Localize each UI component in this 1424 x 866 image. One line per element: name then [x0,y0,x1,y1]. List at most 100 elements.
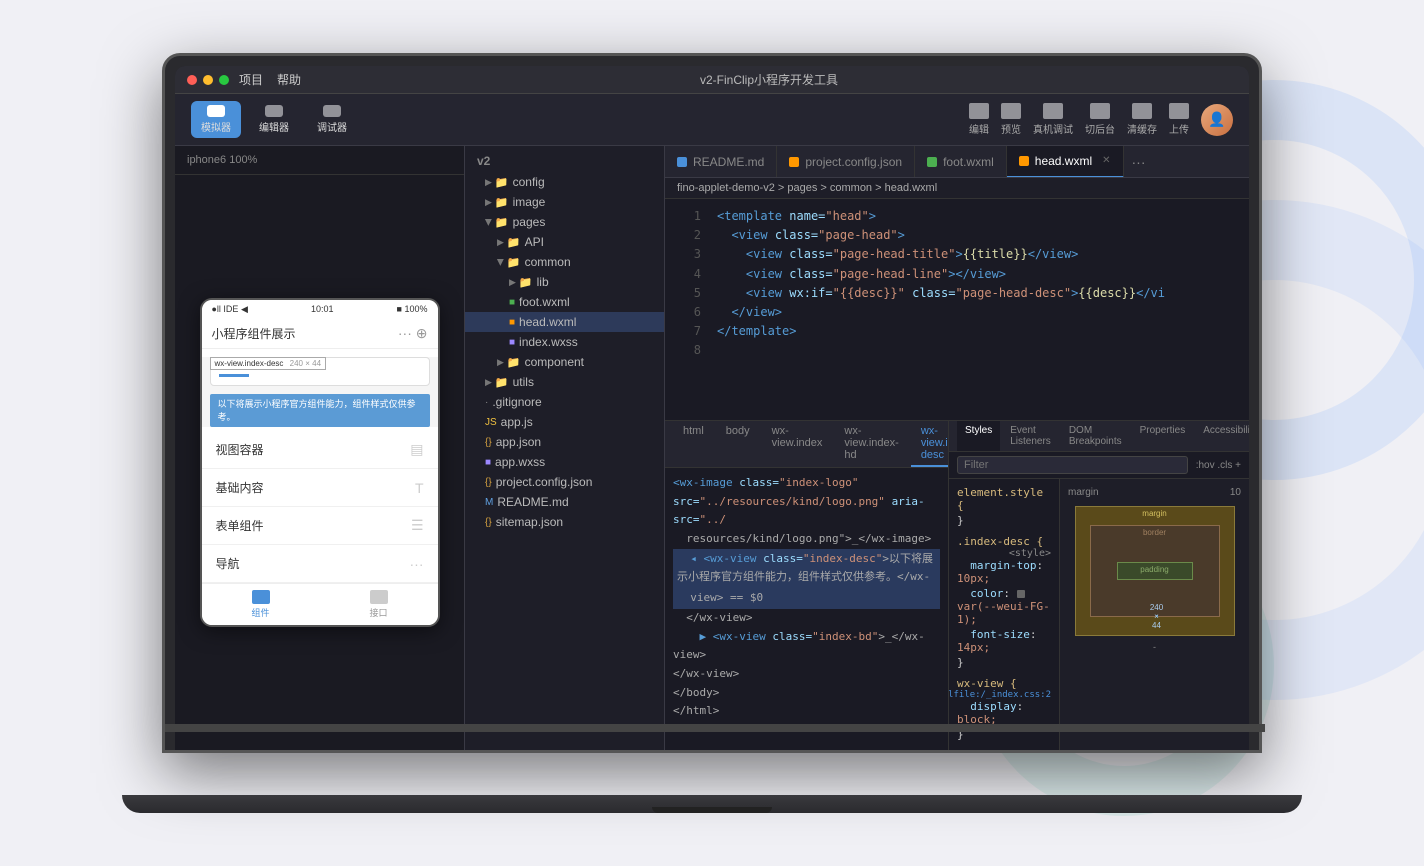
phone-nav-components[interactable]: 组件 [202,590,320,619]
file-tree-item-common[interactable]: ▶ 📁 common [465,252,664,272]
styles-panel: Styles Event Listeners DOM Breakpoints P… [949,421,1249,750]
styles-filter-bar: :hov .cls + [949,452,1249,479]
preview-action[interactable]: 预览 [1001,103,1021,136]
code-line-3: 3 <view class="page-head-title">{{title}… [665,245,1249,264]
html-code-area: <wx-image class="index-logo" src="../res… [665,468,948,750]
file-tree-item-image[interactable]: ▶ 📁 image [465,192,664,212]
inspector-tabs: html body wx-view.index wx-view.index-hd… [665,421,948,468]
maximize-button[interactable] [219,75,229,85]
html-line-6: ▶ <wx-view class="index-bd">_</wx-view> [673,628,940,665]
phone-frame: ●ll IDE ◀ 10:01 ■ 100% 小程序组件展示 ··· ⊕ [200,298,440,627]
list-item-view-container: 视图容器 ▤ [202,431,438,469]
laptop-container: 项目 帮助 v2-FinClip小程序开发工具 模拟器 编辑器 [162,53,1262,813]
tab-project-config[interactable]: project.config.json [777,146,915,178]
html-line-8: </body> [673,684,940,703]
box-model-panel: margin 10 margin border [1059,479,1249,750]
toolbar: 模拟器 编辑器 调试器 [175,94,1249,146]
code-area: 1 <template name="head"> 2 <view class="… [665,199,1249,420]
editor-breadcrumb: fino-applet-demo-v2 > pages > common > h… [665,178,1249,199]
tab-head-wxml[interactable]: head.wxml ✕ [1007,146,1124,178]
inspector-tab-wxview-index[interactable]: wx-view.index [762,421,833,467]
code-line-1: 1 <template name="head"> [665,207,1249,226]
file-tree-item-api[interactable]: ▶ 📁 API [465,232,664,252]
styles-tab-accessibility[interactable]: Accessibility [1195,421,1249,451]
list-item-form: 表单组件 ☰ [202,507,438,545]
tab-close-icon[interactable]: ✕ [1102,155,1110,166]
laptop-frame: 项目 帮助 v2-FinClip小程序开发工具 模拟器 编辑器 [162,53,1262,753]
tab-foot-wxml[interactable]: foot.wxml [915,146,1007,178]
phone-app-title-bar: 小程序组件展示 ··· ⊕ [202,319,438,349]
file-tree-item-index-wxss[interactable]: ■ index.wxss [465,332,664,352]
inspector-tab-html[interactable]: html [673,421,714,467]
phone-frame-container: ●ll IDE ◀ 10:01 ■ 100% 小程序组件展示 ··· ⊕ [175,175,464,750]
style-rule-wx-view: wx-view { localfile:/_index.css:2 displa… [957,676,1051,742]
file-tree-item-readme[interactable]: M README.md [465,492,664,512]
close-button[interactable] [187,75,197,85]
clear-cache-action[interactable]: 清缓存 [1127,103,1157,136]
file-tree-item-lib[interactable]: ▶ 📁 lib [465,272,664,292]
styles-tabs: Styles Event Listeners DOM Breakpoints P… [949,421,1249,452]
file-tree-item-app-wxss[interactable]: ■ app.wxss [465,452,664,472]
menu-item-help[interactable]: 帮助 [277,71,301,88]
editor-button[interactable]: 编辑器 [249,101,299,138]
file-tree-panel: v2 ▶ 📁 config ▶ 📁 image [465,146,665,750]
styles-filter-input[interactable] [957,456,1188,474]
code-line-2: 2 <view class="page-head"> [665,226,1249,245]
tabs-more-button[interactable]: ··· [1124,154,1154,170]
device-info: iphone6 100% [175,146,464,175]
tab-readme[interactable]: README.md [665,146,777,178]
inspector-tab-wxview-index-hd[interactable]: wx-view.index-hd [834,421,908,467]
laptop-screen: 项目 帮助 v2-FinClip小程序开发工具 模拟器 编辑器 [175,66,1249,750]
file-tree-item-foot-wxml[interactable]: ■ foot.wxml [465,292,664,312]
file-tree-item-app-js[interactable]: JS app.js [465,412,664,432]
code-line-6: 6 </view> [665,303,1249,322]
styles-tab-dom-breakpoints[interactable]: DOM Breakpoints [1061,421,1130,451]
styles-tab-properties[interactable]: Properties [1132,421,1194,451]
file-tree-item-config[interactable]: ▶ 📁 config [465,172,664,192]
list-item-basic-content: 基础内容 T [202,469,438,507]
html-line-5: </wx-view> [673,609,940,628]
debugger-button[interactable]: 调试器 [307,101,357,138]
file-tree-item-gitignore[interactable]: · .gitignore [465,392,664,412]
html-line-7: </wx-view> [673,665,940,684]
upload-action[interactable]: 上传 [1169,103,1189,136]
code-editor[interactable]: 1 <template name="head"> 2 <view class="… [665,199,1249,420]
file-tree-item-head-wxml[interactable]: ■ head.wxml [465,312,664,332]
phone-bottom-nav: 组件 接口 [202,583,438,625]
phone-nav-api[interactable]: 接口 [320,590,438,619]
file-tree-item-sitemap[interactable]: {} sitemap.json [465,512,664,532]
toolbar-right: 编辑 预览 真机调试 切后台 [969,103,1233,136]
file-tree-item-component[interactable]: ▶ 📁 component [465,352,664,372]
file-tree-item-project-config[interactable]: {} project.config.json [465,472,664,492]
laptop-base [122,795,1302,813]
devtools-panel: html body wx-view.index wx-view.index-hd… [665,420,1249,750]
file-tree-item-app-json[interactable]: {} app.json [465,432,664,452]
inspector-tab-body[interactable]: body [716,421,760,467]
box-model-diagram: margin border padding 240 × 44 [1075,506,1235,636]
code-line-8: 8 [665,341,1249,360]
style-rule-index-desc: .index-desc { <style> margin-top: 10px; … [957,534,1051,670]
background-action[interactable]: 切后台 [1085,103,1115,136]
html-inspector: html body wx-view.index wx-view.index-hd… [665,421,949,750]
real-device-debug-action[interactable]: 真机调试 [1033,103,1073,136]
inspector-tab-wxview-index-desc[interactable]: wx-view.index-desc [911,421,949,467]
edit-action[interactable]: 编辑 [969,103,989,136]
filter-tags: :hov .cls + [1196,460,1241,471]
styles-tab-styles[interactable]: Styles [957,421,1000,451]
menu-item-project[interactable]: 项目 [239,71,263,88]
avatar[interactable]: 👤 [1201,104,1233,136]
file-tree-item-utils[interactable]: ▶ 📁 utils [465,372,664,392]
app-window: 项目 帮助 v2-FinClip小程序开发工具 模拟器 编辑器 [175,66,1249,750]
html-line-1: <wx-image class="index-logo" src="../res… [673,474,940,530]
editor-tabs: README.md project.config.json foot.wxml [665,146,1249,178]
code-main: 1 <template name="head"> 2 <view class="… [665,199,1249,420]
styles-tab-event-listeners[interactable]: Event Listeners [1002,421,1059,451]
selected-text-block: 以下将展示小程序官方组件能力，组件样式仅供参考。 [210,394,430,427]
minimize-button[interactable] [203,75,213,85]
simulator-button[interactable]: 模拟器 [191,101,241,138]
toolbar-left: 模拟器 编辑器 调试器 [191,101,357,138]
file-tree-item-pages[interactable]: ▶ 📁 pages [465,212,664,232]
html-line-selected-1: ◂ <wx-view class="index-desc">以下将展示小程序官方… [673,549,940,588]
html-line-9: </html> [673,702,940,721]
phone-status-bar: ●ll IDE ◀ 10:01 ■ 100% [202,300,438,319]
